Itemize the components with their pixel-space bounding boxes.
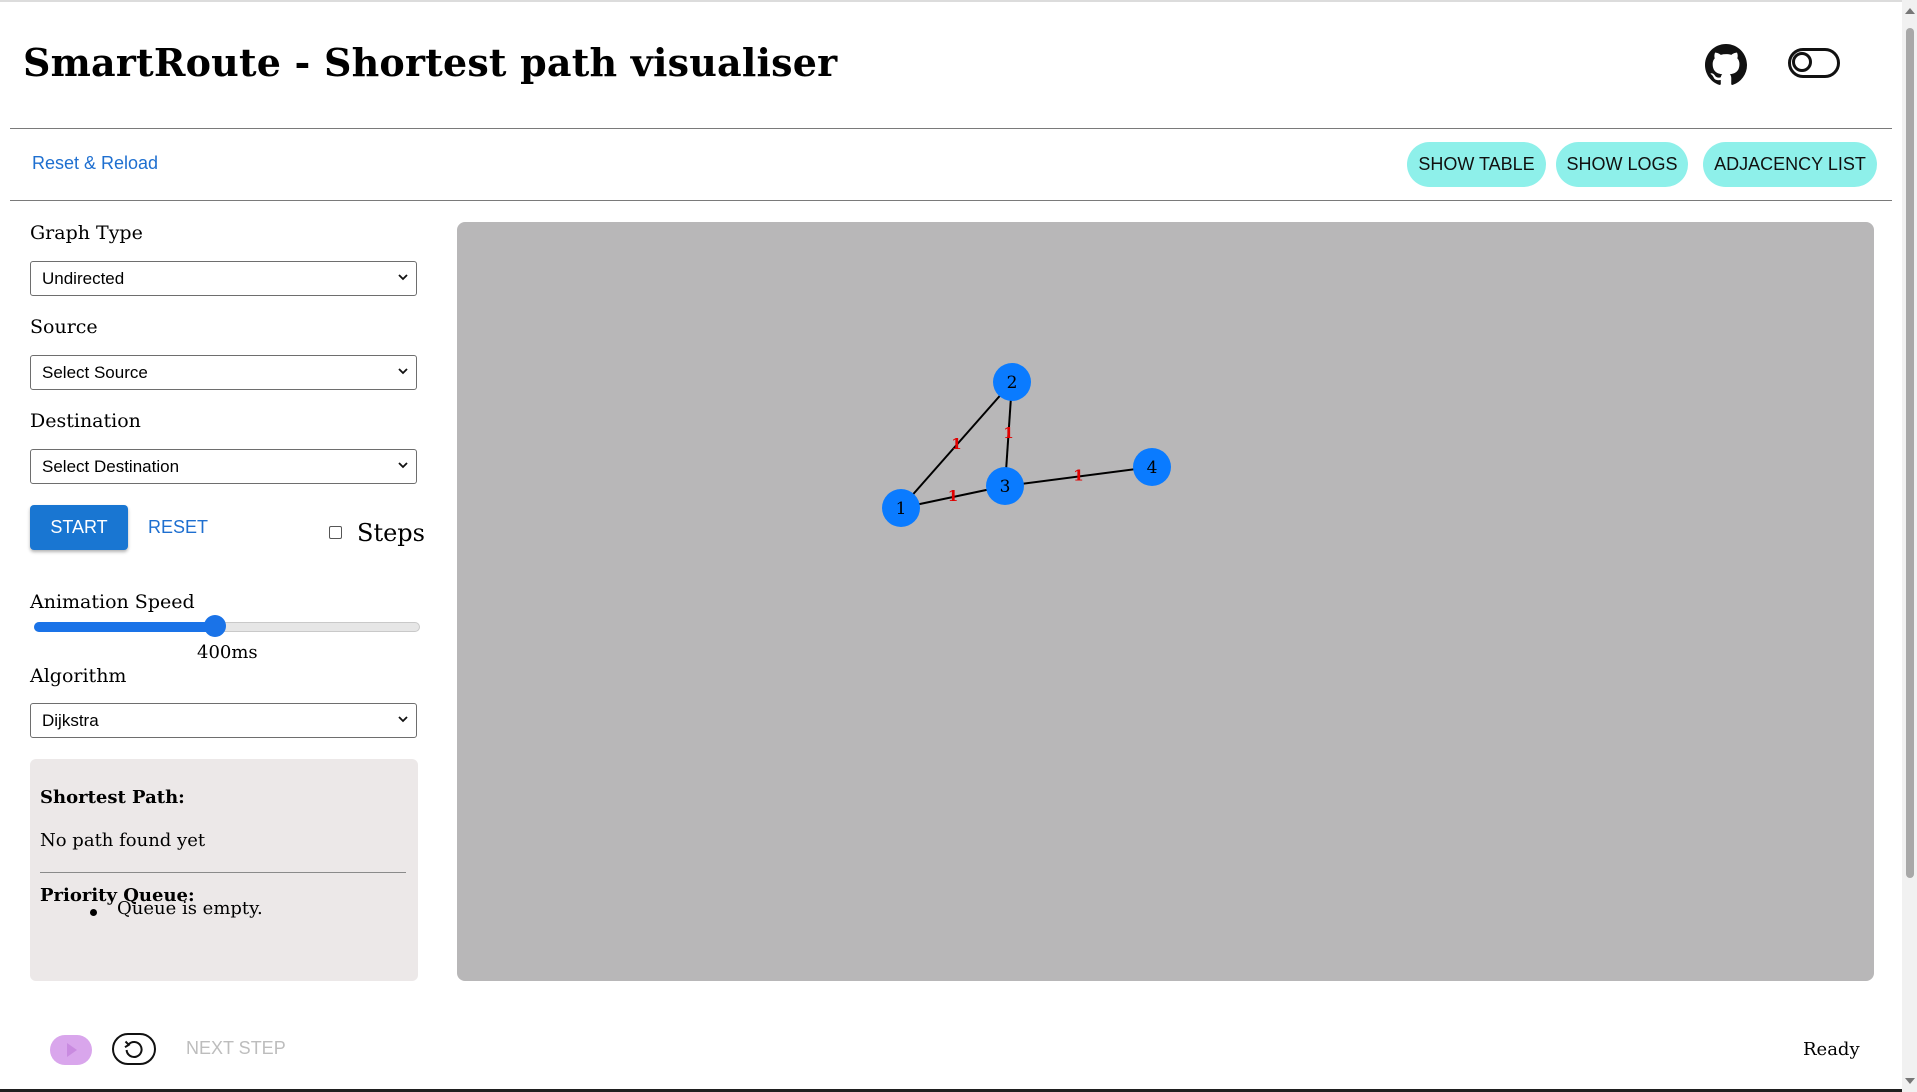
edge-weight-label: 1 bbox=[948, 487, 958, 505]
info-panel: Shortest Path: No path found yet Priorit… bbox=[30, 759, 418, 981]
reset-reload-link[interactable]: Reset & Reload bbox=[32, 153, 158, 174]
steps-checkbox[interactable] bbox=[329, 526, 342, 539]
page-title: SmartRoute - Shortest path visualiser bbox=[23, 40, 838, 85]
algorithm-label: Algorithm bbox=[30, 665, 127, 687]
queue-item: Queue is empty. bbox=[117, 898, 263, 919]
replay-icon bbox=[124, 1040, 143, 1058]
github-icon[interactable] bbox=[1705, 44, 1747, 86]
animation-speed-label: Animation Speed bbox=[30, 591, 195, 613]
play-icon bbox=[67, 1043, 77, 1057]
scroll-up-icon[interactable] bbox=[1905, 8, 1915, 14]
theme-toggle-icon[interactable] bbox=[1788, 48, 1840, 78]
slider-fill bbox=[34, 622, 216, 632]
destination-select[interactable]: Select Destination bbox=[30, 449, 417, 484]
graph-node-label: 1 bbox=[896, 499, 907, 519]
scroll-down-icon[interactable] bbox=[1905, 1078, 1915, 1084]
graph-type-select[interactable]: Undirected bbox=[30, 261, 417, 296]
graph-node-label: 2 bbox=[1007, 373, 1018, 393]
algorithm-select[interactable]: Dijkstra bbox=[30, 703, 417, 738]
next-step-button[interactable]: NEXT STEP bbox=[186, 1038, 286, 1059]
source-label: Source bbox=[30, 316, 98, 338]
replay-button[interactable] bbox=[112, 1033, 156, 1065]
animation-speed-value: 400ms bbox=[197, 642, 258, 663]
toolbar: Reset & Reload SHOW TABLE SHOW LOGS ADJA… bbox=[10, 128, 1892, 201]
adjacency-list-button[interactable]: ADJACENCY LIST bbox=[1703, 142, 1877, 187]
show-logs-button[interactable]: SHOW LOGS bbox=[1556, 142, 1688, 187]
show-table-button[interactable]: SHOW TABLE bbox=[1407, 142, 1546, 187]
edge-weight-label: 1 bbox=[951, 435, 961, 453]
play-button[interactable] bbox=[50, 1035, 92, 1065]
chevron-down-icon bbox=[398, 368, 408, 375]
algorithm-value: Dijkstra bbox=[42, 711, 99, 730]
shortest-path-heading: Shortest Path: bbox=[40, 787, 185, 808]
shortest-path-text: No path found yet bbox=[40, 830, 206, 851]
graph-type-label: Graph Type bbox=[30, 222, 143, 244]
page-scrollbar[interactable] bbox=[1902, 0, 1917, 1092]
chevron-down-icon bbox=[398, 716, 408, 723]
chevron-down-icon bbox=[398, 462, 408, 469]
toggle-knob bbox=[1792, 52, 1812, 72]
steps-label: Steps bbox=[357, 519, 425, 547]
scroll-thumb[interactable] bbox=[1906, 28, 1914, 878]
start-button[interactable]: START bbox=[30, 505, 128, 550]
graph-canvas[interactable]: 1 1 1 1 1 2 3 4 bbox=[457, 222, 1874, 981]
source-select[interactable]: Select Source bbox=[30, 355, 417, 390]
list-bullet bbox=[90, 909, 97, 916]
divider bbox=[40, 872, 406, 873]
status-text: Ready bbox=[1803, 1039, 1860, 1060]
graph-svg: 1 1 1 1 1 2 3 4 bbox=[882, 363, 1171, 527]
edge-weight-label: 1 bbox=[1073, 467, 1083, 485]
destination-value: Select Destination bbox=[42, 457, 180, 476]
graph-type-value: Undirected bbox=[42, 269, 125, 288]
app-header: SmartRoute - Shortest path visualiser bbox=[10, 0, 1892, 129]
slider-thumb[interactable] bbox=[204, 615, 227, 637]
graph-node-label: 4 bbox=[1147, 458, 1158, 478]
destination-label: Destination bbox=[30, 410, 141, 432]
edge-weight-label: 1 bbox=[1003, 424, 1013, 442]
source-value: Select Source bbox=[42, 363, 148, 382]
reset-button[interactable]: RESET bbox=[148, 517, 208, 538]
chevron-down-icon bbox=[398, 274, 408, 281]
graph-node-label: 3 bbox=[1000, 477, 1011, 497]
